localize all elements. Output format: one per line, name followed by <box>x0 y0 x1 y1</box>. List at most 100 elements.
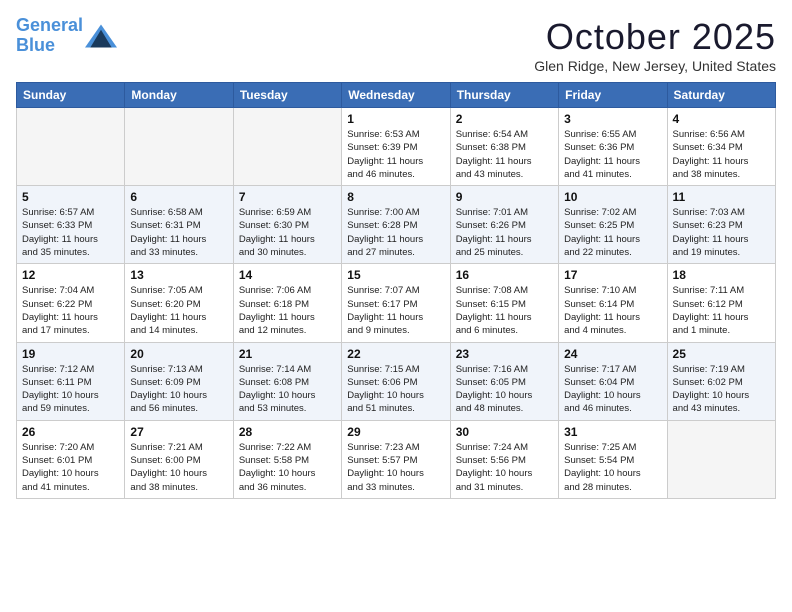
day-number: 13 <box>130 268 227 282</box>
day-info-line: Daylight: 11 hours <box>347 312 423 323</box>
day-info-line: and 17 minutes. <box>22 325 90 336</box>
day-cell: 15Sunrise: 7:07 AMSunset: 6:17 PMDayligh… <box>342 264 450 342</box>
day-cell: 31Sunrise: 7:25 AMSunset: 5:54 PMDayligh… <box>559 420 667 498</box>
day-info-line: Sunrise: 6:56 AM <box>673 129 745 140</box>
day-info-line: Sunrise: 7:04 AM <box>22 285 94 296</box>
day-info: Sunrise: 6:57 AMSunset: 6:33 PMDaylight:… <box>22 206 119 259</box>
day-info: Sunrise: 6:55 AMSunset: 6:36 PMDaylight:… <box>564 128 661 181</box>
day-info: Sunrise: 7:14 AMSunset: 6:08 PMDaylight:… <box>239 363 336 416</box>
day-info-line: Sunset: 6:20 PM <box>130 299 200 310</box>
day-info-line: Daylight: 11 hours <box>130 312 206 323</box>
day-info-line: Daylight: 11 hours <box>673 156 749 167</box>
header-cell-tuesday: Tuesday <box>233 83 341 108</box>
header-cell-wednesday: Wednesday <box>342 83 450 108</box>
day-number: 20 <box>130 347 227 361</box>
day-info-line: Daylight: 11 hours <box>456 156 532 167</box>
day-info-line: and 28 minutes. <box>564 482 632 493</box>
day-info-line: Sunset: 6:15 PM <box>456 299 526 310</box>
day-cell <box>125 108 233 186</box>
day-info-line: Sunrise: 7:08 AM <box>456 285 528 296</box>
day-info-line: and 48 minutes. <box>456 403 524 414</box>
day-info-line: Daylight: 10 hours <box>22 390 99 401</box>
day-info-line: Sunrise: 7:10 AM <box>564 285 636 296</box>
day-info-line: Sunset: 6:08 PM <box>239 377 309 388</box>
day-info-line: and 56 minutes. <box>130 403 198 414</box>
day-info-line: Sunset: 5:56 PM <box>456 455 526 466</box>
day-info-line: Sunrise: 7:16 AM <box>456 364 528 375</box>
week-row-2: 5 Sunrise: 6:57 AM Sunset: 6:33 PM Daylight… <box>17 186 776 264</box>
day-number: 30 <box>456 425 553 439</box>
day-info-line: Sunrise: 7:20 AM <box>22 442 94 453</box>
day-info-line: Sunset: 6:33 PM <box>22 220 92 231</box>
day-info-line: and 35 minutes. <box>22 247 90 258</box>
day-info-line: and 53 minutes. <box>239 403 307 414</box>
day-info-line: Sunrise: 6:57 AM <box>22 207 94 218</box>
day-info-line: Sunset: 6:22 PM <box>22 299 92 310</box>
day-cell: 1Sunrise: 6:53 AMSunset: 6:39 PMDaylight… <box>342 108 450 186</box>
day-cell: 19 Sunrise: 7:12 AMSunset: 6:11 PMDayligh… <box>17 342 125 420</box>
day-info-line: Daylight: 11 hours <box>130 234 206 245</box>
day-info-line: and 41 minutes. <box>564 169 632 180</box>
day-info-line: Sunrise: 7:05 AM <box>130 285 202 296</box>
month-title: October 2025 <box>534 16 776 58</box>
day-number: 19 <box>22 347 119 361</box>
title-block: October 2025 Glen Ridge, New Jersey, Uni… <box>534 16 776 74</box>
day-cell <box>233 108 341 186</box>
day-cell: 9Sunrise: 7:01 AMSunset: 6:26 PMDaylight… <box>450 186 558 264</box>
day-info: Sunrise: 6:53 AMSunset: 6:39 PMDaylight:… <box>347 128 444 181</box>
day-info-line: and 33 minutes. <box>347 482 415 493</box>
day-info: Sunrise: 7:25 AMSunset: 5:54 PMDaylight:… <box>564 441 661 494</box>
day-cell: 2Sunrise: 6:54 AMSunset: 6:38 PMDaylight… <box>450 108 558 186</box>
day-number: 23 <box>456 347 553 361</box>
day-info-line: Sunrise: 7:24 AM <box>456 442 528 453</box>
day-info: Sunrise: 7:24 AMSunset: 5:56 PMDaylight:… <box>456 441 553 494</box>
day-info-line: and 41 minutes. <box>22 482 90 493</box>
day-info-line: and 46 minutes. <box>347 169 415 180</box>
day-info-line: Daylight: 10 hours <box>239 390 316 401</box>
week-row-4: 19 Sunrise: 7:12 AMSunset: 6:11 PMDayligh… <box>17 342 776 420</box>
day-info-line: Daylight: 11 hours <box>239 234 315 245</box>
week-row-3: 12Sunrise: 7:04 AMSunset: 6:22 PMDayligh… <box>17 264 776 342</box>
day-number: 14 <box>239 268 336 282</box>
day-info-line: Daylight: 10 hours <box>239 468 316 479</box>
day-cell: 23Sunrise: 7:16 AMSunset: 6:05 PMDayligh… <box>450 342 558 420</box>
header-cell-monday: Monday <box>125 83 233 108</box>
day-number: 11 <box>673 190 770 204</box>
day-info-line: Sunset: 6:02 PM <box>673 377 743 388</box>
day-number: 10 <box>564 190 661 204</box>
day-cell: 7Sunrise: 6:59 AMSunset: 6:30 PMDaylight… <box>233 186 341 264</box>
day-number: 5 <box>22 190 119 204</box>
day-info-line: and 43 minutes. <box>456 169 524 180</box>
day-info-line: Sunrise: 7:11 AM <box>673 285 745 296</box>
day-info: Sunrise: 7:05 AM Sunset: 6:20 PM Daylight:… <box>130 284 227 337</box>
day-number: 7 <box>239 190 336 204</box>
day-info-line: Sunrise: 6:59 AM <box>239 207 311 218</box>
day-info-line: Sunset: 5:57 PM <box>347 455 417 466</box>
day-cell: 27Sunrise: 7:21 AMSunset: 6:00 PMDayligh… <box>125 420 233 498</box>
day-info-line: Sunset: 6:31 PM <box>130 220 200 231</box>
header-cell-saturday: Saturday <box>667 83 775 108</box>
calendar-table: SundayMondayTuesdayWednesdayThursdayFrid… <box>16 82 776 499</box>
day-number: 28 <box>239 425 336 439</box>
day-cell: 28 Sunrise: 7:22 AMSunset: 5:58 PMDayligh… <box>233 420 341 498</box>
day-info-line: Sunset: 6:11 PM <box>22 377 92 388</box>
day-info-line: Daylight: 10 hours <box>673 390 750 401</box>
day-info-line: Sunrise: 6:54 AM <box>456 129 528 140</box>
day-cell: 12Sunrise: 7:04 AMSunset: 6:22 PMDayligh… <box>17 264 125 342</box>
day-number: 24 <box>564 347 661 361</box>
day-cell: 5Sunrise: 6:57 AMSunset: 6:33 PMDaylight… <box>17 186 125 264</box>
day-info-line: and 1 minute. <box>673 325 731 336</box>
day-info: Sunrise: 7:22 AMSunset: 5:58 PMDaylight:… <box>239 441 336 494</box>
day-number: 18 <box>673 268 770 282</box>
day-info: Sunrise: 7:12 AMSunset: 6:11 PMDaylight:… <box>22 363 119 416</box>
day-info: Sunrise: 7:10 AMSunset: 6:14 PMDaylight:… <box>564 284 661 337</box>
day-info-line: Sunrise: 6:53 AM <box>347 129 419 140</box>
day-info-line: Sunset: 5:54 PM <box>564 455 634 466</box>
day-info-line: Daylight: 11 hours <box>564 234 640 245</box>
day-info-line: Daylight: 11 hours <box>347 234 423 245</box>
header-cell-sunday: Sunday <box>17 83 125 108</box>
day-number: 29 <box>347 425 444 439</box>
day-cell: 8Sunrise: 7:00 AMSunset: 6:28 PMDaylight… <box>342 186 450 264</box>
day-info: Sunrise: 7:01 AMSunset: 6:26 PMDaylight:… <box>456 206 553 259</box>
day-info: Sunrise: 7:13 AMSunset: 6:09 PMDaylight:… <box>130 363 227 416</box>
